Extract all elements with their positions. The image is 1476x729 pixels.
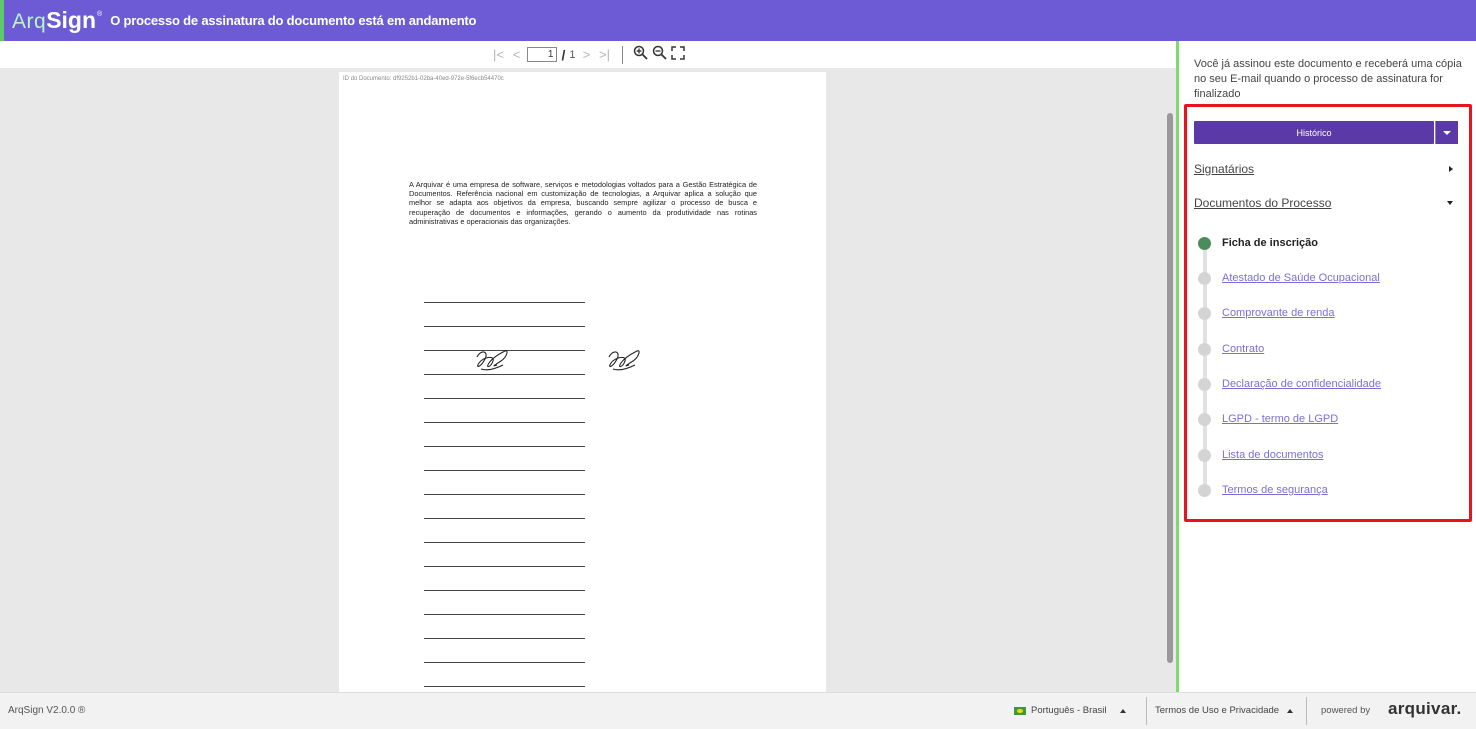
terms-selector[interactable]: Termos de Uso e Privacidade xyxy=(1155,705,1294,716)
document-item-lgpd[interactable]: LGPD - termo de LGPD xyxy=(1198,412,1338,426)
signatories-toggle[interactable]: Signatários xyxy=(1194,162,1254,176)
document-item-termos[interactable]: Termos de segurança xyxy=(1198,483,1328,497)
logo-arq: Arq xyxy=(12,10,47,33)
logo-sign: Sign xyxy=(46,7,97,33)
document-item-lista[interactable]: Lista de documentos xyxy=(1198,448,1324,462)
terms-label: Termos de Uso e Privacidade xyxy=(1155,705,1280,716)
history-button[interactable]: Histórico xyxy=(1194,121,1434,144)
signed-message: Você já assinou este documento e receber… xyxy=(1194,58,1462,100)
document-link[interactable]: Termos de segurança xyxy=(1222,484,1328,496)
total-pages: 1 xyxy=(569,48,576,61)
document-link[interactable]: LGPD - termo de LGPD xyxy=(1222,413,1338,425)
signature-line xyxy=(424,518,585,519)
page-separator: / xyxy=(561,46,566,63)
document-item-contrato[interactable]: Contrato xyxy=(1198,342,1264,356)
signature-line xyxy=(424,662,585,663)
arquivar-logo: arquivar. xyxy=(1388,699,1462,718)
signature-line xyxy=(424,470,585,471)
status-dot-icon xyxy=(1198,306,1211,320)
signature-line xyxy=(424,590,585,591)
status-dot-icon xyxy=(1198,271,1211,285)
status-dot-icon xyxy=(1198,342,1211,356)
signature-line xyxy=(424,638,585,639)
signature-line xyxy=(424,446,585,447)
language-selector[interactable]: Português - Brasil xyxy=(1014,705,1126,716)
status-dot-icon xyxy=(1198,448,1211,462)
footer-divider xyxy=(1306,697,1307,725)
app-version: ArqSign V2.0.0 ® xyxy=(8,705,86,716)
handwritten-signature-image xyxy=(476,350,508,371)
document-link[interactable]: Contrato xyxy=(1222,343,1264,355)
document-id: ID do Documento: df9252b1-02ba-40ed-972e… xyxy=(343,76,504,82)
logo-reg: ® xyxy=(97,11,103,18)
caret-right-icon[interactable] xyxy=(1449,166,1453,172)
powered-by-text: powered by xyxy=(1321,705,1371,716)
viewer-scrollbar[interactable] xyxy=(1167,113,1173,663)
signature-line xyxy=(424,686,585,687)
signature-line xyxy=(424,566,585,567)
signature-line xyxy=(424,398,585,399)
document-item-declaracao[interactable]: Declaração de confidencialidade xyxy=(1198,377,1381,391)
status-dot-icon xyxy=(1198,412,1211,426)
next-page-icon[interactable]: > xyxy=(580,47,594,62)
document-item-atestado[interactable]: Atestado de Saúde Ocupacional xyxy=(1198,271,1380,285)
process-documents-toggle[interactable]: Documentos do Processo xyxy=(1194,196,1331,210)
status-dot-icon xyxy=(1198,483,1211,497)
footer: ArqSign V2.0.0 ® Português - Brasil Term… xyxy=(0,692,1476,729)
app-header: Arq Sign ® O processo de assinatura do doc… xyxy=(0,0,1476,41)
prev-page-icon[interactable]: < xyxy=(509,47,523,62)
document-viewer: |< < / 1 > >| ID do Documento: df9252b1-… xyxy=(0,41,1176,692)
zoom-in-icon[interactable] xyxy=(633,45,648,64)
handwritten-signature-image xyxy=(608,350,640,371)
side-panel: Você já assinou este documento e receber… xyxy=(1176,41,1476,692)
language-label: Português - Brasil xyxy=(1031,705,1107,716)
document-body: A Arquivar é uma empresa de software, se… xyxy=(409,180,757,226)
signature-line xyxy=(424,326,585,327)
caret-up-icon xyxy=(1287,708,1294,713)
chevron-down-icon xyxy=(1443,130,1451,135)
last-page-icon[interactable]: >| xyxy=(598,47,612,62)
document-page: ID do Documento: df9252b1-02ba-40ed-972e… xyxy=(339,72,826,692)
viewer-toolbar: |< < / 1 > >| xyxy=(0,41,1176,68)
caret-up-icon xyxy=(1119,708,1126,713)
document-item-comprovante[interactable]: Comprovante de renda xyxy=(1198,306,1335,320)
first-page-icon[interactable]: |< xyxy=(491,47,505,62)
signature-line xyxy=(424,542,585,543)
toolbar-divider xyxy=(621,45,623,64)
caret-down-icon[interactable] xyxy=(1447,201,1453,205)
status-dot-icon xyxy=(1198,377,1211,391)
document-link[interactable]: Declaração de confidencialidade xyxy=(1222,378,1381,390)
signature-line xyxy=(424,614,585,615)
document-link[interactable]: Comprovante de renda xyxy=(1222,307,1335,319)
arqsign-logo: Arq Sign ® xyxy=(12,7,102,34)
footer-divider xyxy=(1146,697,1147,725)
header-accent-bar xyxy=(0,0,4,41)
page-number-input[interactable] xyxy=(527,47,558,62)
brazil-flag-icon xyxy=(1014,706,1026,715)
history-dropdown-button[interactable] xyxy=(1435,121,1458,144)
document-link[interactable]: Atestado de Saúde Ocupacional xyxy=(1222,272,1380,284)
signature-line xyxy=(424,422,585,423)
signature-line xyxy=(424,302,585,303)
document-item-ficha[interactable]: Ficha de inscrição xyxy=(1198,236,1318,250)
status-dot-icon xyxy=(1198,236,1211,250)
document-link[interactable]: Lista de documentos xyxy=(1222,449,1324,461)
page-title: O processo de assinatura do documento es… xyxy=(110,13,477,28)
document-label[interactable]: Ficha de inscrição xyxy=(1222,237,1318,249)
signature-line xyxy=(424,494,585,495)
fullscreen-icon[interactable] xyxy=(670,45,685,64)
zoom-out-icon[interactable] xyxy=(652,45,667,64)
